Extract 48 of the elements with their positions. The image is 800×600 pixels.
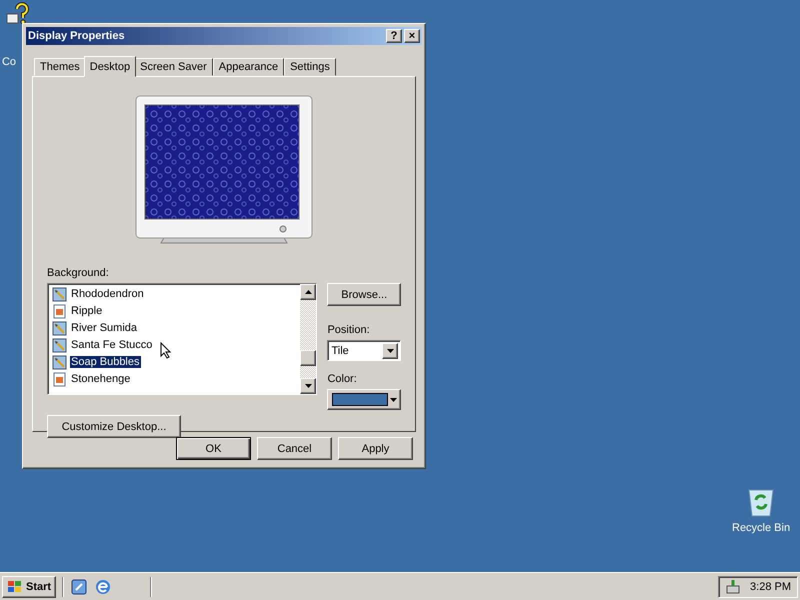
picture-file-icon — [52, 354, 67, 370]
color-label: Color: — [327, 373, 358, 385]
help-icon — [6, 2, 32, 26]
web-file-icon — [52, 304, 67, 318]
down-arrow-icon — [390, 398, 398, 402]
position-label: Position: — [327, 324, 371, 336]
list-item[interactable]: Stonehenge — [70, 373, 132, 385]
scroll-down-button[interactable] — [300, 378, 316, 394]
mouse-cursor-icon — [160, 342, 171, 359]
background-label: Background: — [47, 267, 110, 279]
up-arrow-icon — [304, 290, 312, 294]
tab[interactable]: Themes — [34, 58, 86, 76]
close-button[interactable]: × — [404, 29, 420, 43]
window-title: Display Properties — [28, 30, 125, 42]
desktop-icon-label[interactable]: Co — [2, 56, 16, 68]
desktop-icon-label[interactable]: Recycle Bin — [732, 522, 790, 534]
list-item[interactable]: River Sumida — [70, 322, 138, 334]
picture-file-icon — [52, 286, 67, 302]
picture-file-icon — [52, 338, 67, 352]
windows-logo-icon — [7, 580, 23, 594]
scroll-up-button[interactable] — [300, 284, 316, 300]
list-item[interactable]: Ripple — [70, 305, 104, 317]
tab[interactable]: Settings — [284, 58, 336, 76]
desktop-shortcut-icon[interactable] — [70, 578, 88, 596]
down-arrow-icon — [386, 348, 394, 352]
list-item[interactable]: Rhododendron — [70, 288, 145, 300]
web-file-icon — [52, 372, 67, 386]
help-button[interactable]: ? — [386, 29, 402, 43]
list-item[interactable]: Santa Fe Stucco — [70, 339, 154, 351]
list-item[interactable]: Soap Bubbles — [70, 356, 140, 368]
browser-icon[interactable] — [94, 578, 112, 596]
picture-file-icon — [52, 320, 67, 336]
network-icon[interactable] — [725, 578, 740, 594]
down-arrow-icon — [304, 384, 312, 388]
dialog-button[interactable]: OK — [176, 437, 251, 460]
color-picker-button[interactable] — [327, 389, 401, 410]
dialog-button[interactable]: Cancel — [257, 437, 332, 460]
dialog-button[interactable]: Apply — [338, 437, 413, 460]
clock[interactable]: 3:28 PM — [750, 580, 791, 592]
scrollbar[interactable] — [300, 284, 316, 394]
customize-desktop-button[interactable]: Customize Desktop... — [47, 415, 181, 438]
position-dropdown[interactable]: Tile — [327, 340, 401, 361]
tab[interactable]: Desktop — [84, 56, 136, 77]
tab[interactable]: Screen Saver — [134, 58, 213, 76]
start-button[interactable]: Start — [2, 576, 56, 598]
scroll-thumb[interactable] — [300, 350, 316, 366]
tab[interactable]: Appearance — [212, 58, 284, 76]
browse-button[interactable]: Browse... — [327, 283, 401, 306]
